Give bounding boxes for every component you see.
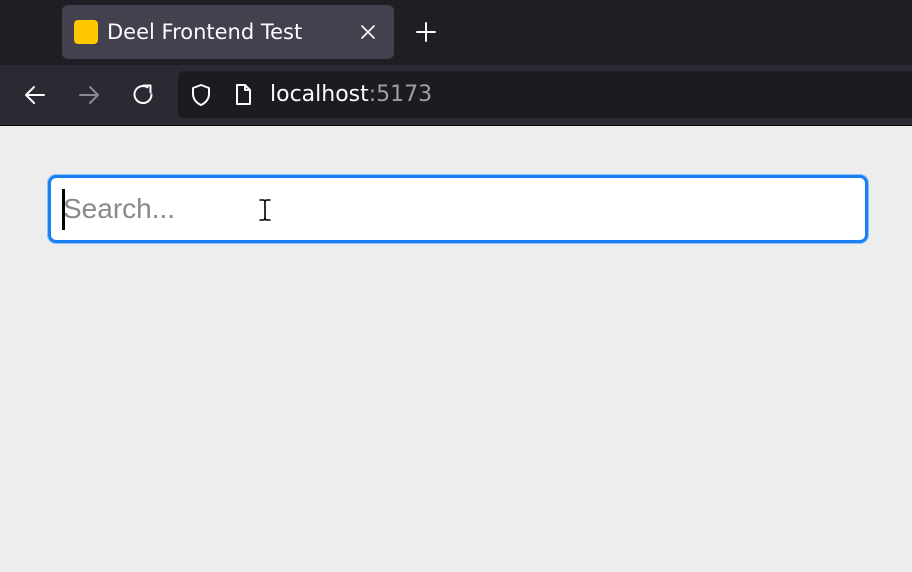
url-bar[interactable]: localhost:5173 xyxy=(178,71,912,118)
close-icon[interactable] xyxy=(358,22,378,42)
shield-icon[interactable] xyxy=(188,82,214,108)
plus-icon[interactable] xyxy=(414,20,438,44)
favicon xyxy=(74,20,98,44)
navigation-toolbar: localhost:5173 xyxy=(0,65,912,125)
url-host: localhost xyxy=(270,82,369,107)
url-text[interactable]: localhost:5173 xyxy=(270,80,432,110)
tab-strip: Deel Frontend Test xyxy=(0,0,912,65)
tab-title: Deel Frontend Test xyxy=(107,20,303,44)
ibeam-cursor-icon xyxy=(258,198,272,222)
reload-icon[interactable] xyxy=(130,82,156,108)
url-port: :5173 xyxy=(368,82,433,107)
arrow-left-icon[interactable] xyxy=(22,82,48,108)
text-caret xyxy=(62,189,65,230)
tab-active[interactable]: Deel Frontend Test xyxy=(62,5,394,59)
search-input[interactable] xyxy=(48,175,868,243)
page-icon[interactable] xyxy=(230,82,256,108)
arrow-right-icon[interactable] xyxy=(76,82,102,108)
page-content xyxy=(0,126,912,572)
